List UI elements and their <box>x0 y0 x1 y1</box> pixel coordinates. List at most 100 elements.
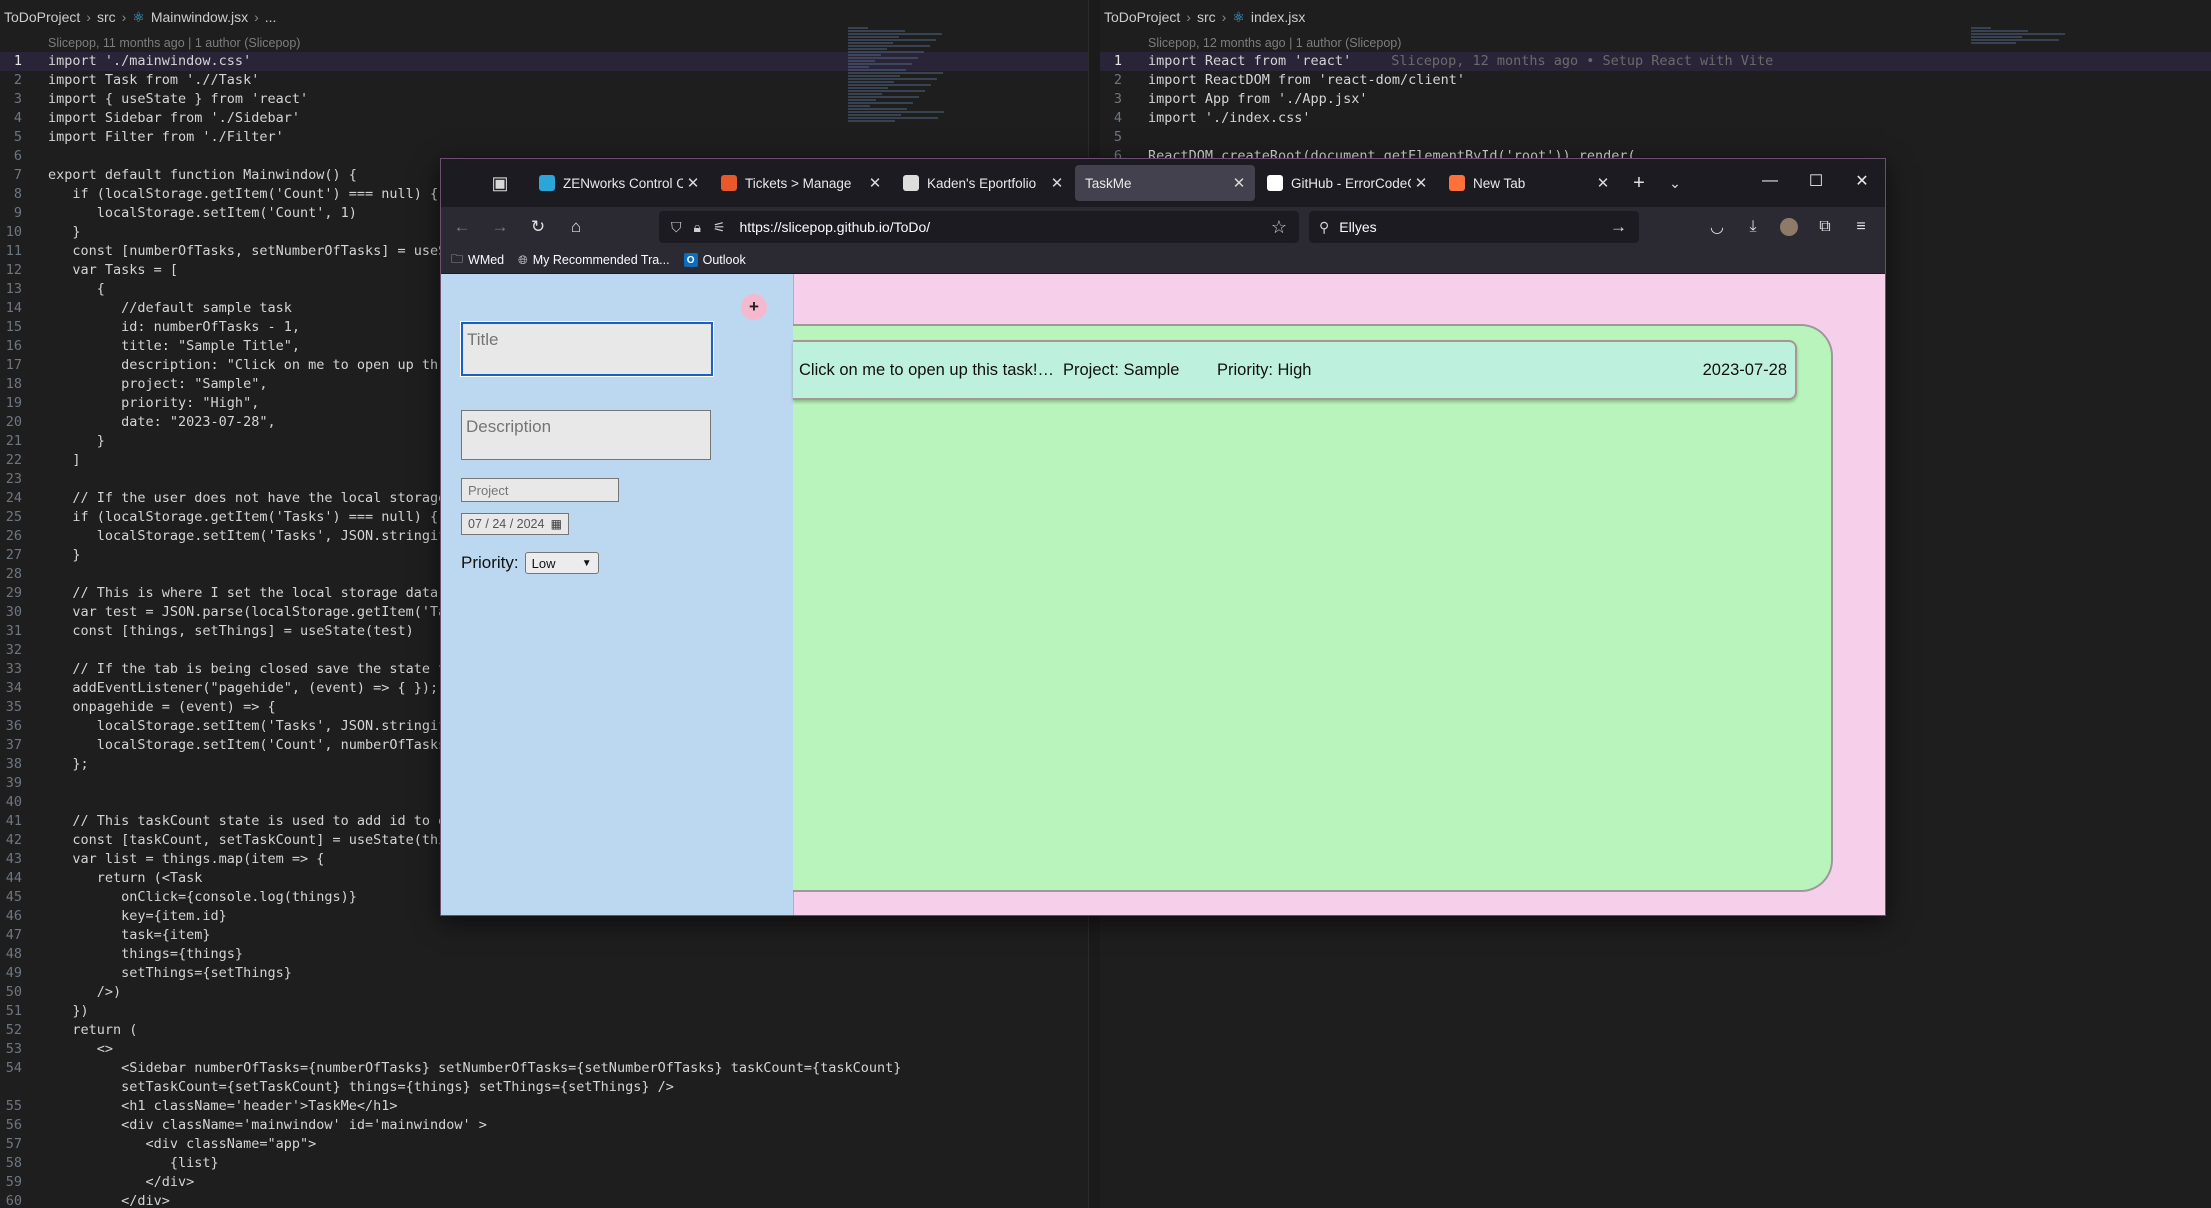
lock-icon[interactable]: 🔒︎ <box>694 219 701 236</box>
code-text[interactable]: task={item} <box>48 927 210 943</box>
code-text[interactable]: var list = things.map(item => { <box>48 851 324 867</box>
code-text[interactable]: />) <box>48 984 121 1000</box>
code-text[interactable]: priority: "High", <box>48 395 259 411</box>
code-text[interactable]: import { useState } from 'react' <box>48 91 308 107</box>
code-text[interactable]: ] <box>48 452 80 468</box>
code-text[interactable]: import App from './App.jsx' <box>1148 91 1367 107</box>
code-text[interactable]: //default sample task <box>48 300 292 316</box>
code-text[interactable]: const [things, setThings] = useState(tes… <box>48 623 413 639</box>
menu-icon[interactable]: ≡ <box>1843 210 1879 244</box>
code-text[interactable]: key={item.id} <box>48 908 227 924</box>
breadcrumb-item[interactable]: ToDoProject <box>1104 9 1180 25</box>
calendar-icon[interactable]: ▦ <box>551 517 562 531</box>
browser-tab[interactable]: Kaden's Eportfolio ✕ <box>893 165 1073 201</box>
code-text[interactable]: localStorage.setItem('Count', numberOfTa… <box>48 737 447 753</box>
code-text[interactable]: // If the user does not have the local s… <box>48 490 446 506</box>
code-text[interactable]: onClick={console.log(things)} <box>48 889 357 905</box>
search-bar[interactable]: ⚲ Ellyes → <box>1309 211 1639 243</box>
code-text[interactable]: import Filter from './Filter' <box>48 129 284 145</box>
list-all-tabs-button[interactable]: ⌄ <box>1657 165 1693 201</box>
home-icon[interactable]: ⌂ <box>559 210 593 244</box>
code-text[interactable]: setTaskCount={setTaskCount} things={thin… <box>48 1079 674 1095</box>
bookmark-recommended[interactable]: 🌐︎ My Recommended Tra... <box>518 253 669 268</box>
code-line[interactable]: 52 return ( <box>0 1021 1088 1040</box>
code-line[interactable]: 60 </div> <box>0 1192 1088 1208</box>
code-text[interactable]: { <box>48 281 105 297</box>
code-line[interactable]: 47 task={item} <box>0 926 1088 945</box>
close-tab-icon[interactable]: ✕ <box>1411 174 1431 192</box>
code-text[interactable]: <div className="app"> <box>48 1136 317 1152</box>
firefox-view-icon[interactable]: ▣ <box>483 166 517 200</box>
code-text[interactable]: return ( <box>48 1022 137 1038</box>
code-text[interactable]: if (localStorage.getItem('Count') === nu… <box>48 186 438 202</box>
bookmark-star-icon[interactable]: ☆ <box>1271 217 1287 238</box>
extensions-icon[interactable]: ⧉ <box>1807 210 1843 244</box>
breadcrumb-item[interactable]: ToDoProject <box>4 9 80 25</box>
maximize-icon[interactable]: ☐ <box>1793 159 1839 203</box>
description-field[interactable] <box>461 410 711 460</box>
priority-select[interactable]: Low ▼ <box>524 552 599 574</box>
code-line[interactable]: 50 />) <box>0 983 1088 1002</box>
code-text[interactable]: var test = JSON.parse(localStorage.getIt… <box>48 604 454 620</box>
close-tab-icon[interactable]: ✕ <box>1593 174 1613 192</box>
breadcrumb-item[interactable]: Mainwindow.jsx <box>151 9 248 25</box>
back-arrow-icon[interactable]: ← <box>445 210 479 244</box>
code-text[interactable]: import './mainwindow.css' <box>48 53 251 69</box>
code-line[interactable]: 53 <> <box>0 1040 1088 1059</box>
minimize-icon[interactable]: — <box>1747 159 1793 203</box>
code-text[interactable]: export default function Mainwindow() { <box>48 167 357 183</box>
code-text[interactable]: } <box>48 433 105 449</box>
add-task-button[interactable]: + <box>741 294 767 320</box>
minimap[interactable] <box>848 26 968 146</box>
code-text[interactable]: description: "Click on me to open up th <box>48 357 438 373</box>
date-field[interactable]: 07 / 24 / 2024 ▦ <box>461 513 569 535</box>
search-input[interactable]: Ellyes <box>1339 219 1610 235</box>
bookmark-outlook[interactable]: O Outlook <box>683 253 746 267</box>
code-line[interactable]: 56 <div className='mainwindow' id='mainw… <box>0 1116 1088 1135</box>
code-text[interactable]: onpagehide = (event) => { <box>48 699 275 715</box>
code-text[interactable]: // This is where I set the local storage… <box>48 585 454 601</box>
code-text[interactable]: const [numberOfTasks, setNumberOfTasks] … <box>48 243 454 259</box>
code-line[interactable]: 59 </div> <box>0 1173 1088 1192</box>
code-text[interactable]: import Sidebar from './Sidebar' <box>48 110 300 126</box>
code-text[interactable]: import Task from './/Task' <box>48 72 259 88</box>
new-tab-button[interactable]: + <box>1621 165 1657 201</box>
code-text[interactable]: const [taskCount, setTaskCount] = useSta… <box>48 832 454 848</box>
code-line[interactable]: 48 things={things} <box>0 945 1088 964</box>
code-line[interactable]: 57 <div className="app"> <box>0 1135 1088 1154</box>
browser-tab[interactable]: New Tab ✕ <box>1439 165 1619 201</box>
code-text[interactable]: import React from 'react' <box>1148 53 1351 69</box>
browser-tab[interactable]: Tickets > Manage ✕ <box>711 165 891 201</box>
code-text[interactable]: import './index.css' <box>1148 110 1311 126</box>
downloads-icon[interactable]: ⤓ <box>1735 210 1771 244</box>
close-tab-icon[interactable]: ✕ <box>1047 174 1067 192</box>
code-text[interactable]: <Sidebar numberOfTasks={numberOfTasks} s… <box>48 1060 901 1076</box>
breadcrumb-item[interactable]: ... <box>265 9 277 25</box>
code-line[interactable]: 51 }) <box>0 1002 1088 1021</box>
code-text[interactable]: id: numberOfTasks - 1, <box>48 319 300 335</box>
shield-icon[interactable]: ⛉ <box>671 219 682 236</box>
code-text[interactable]: } <box>48 224 80 240</box>
close-tab-icon[interactable]: ✕ <box>683 174 703 192</box>
code-text[interactable]: }) <box>48 1003 88 1019</box>
title-field[interactable] <box>460 321 714 377</box>
browser-tab[interactable]: GitHub - ErrorCodeGam✕ <box>1257 165 1437 201</box>
code-text[interactable]: {list} <box>48 1155 219 1171</box>
url-text[interactable]: https://slicepop.github.io/ToDo/ <box>740 219 1271 235</box>
browser-tab[interactable]: TaskMe ✕ <box>1075 165 1255 201</box>
code-text[interactable]: } <box>48 547 80 563</box>
code-text[interactable]: </div> <box>48 1174 195 1190</box>
code-text[interactable]: title: "Sample Title", <box>48 338 300 354</box>
code-text[interactable]: addEventListener("pagehide", (event) => … <box>48 680 438 696</box>
code-line[interactable]: 54 <Sidebar numberOfTasks={numberOfTasks… <box>0 1059 1088 1078</box>
go-arrow-icon[interactable]: → <box>1610 217 1627 237</box>
code-text[interactable]: </div> <box>48 1193 170 1208</box>
code-text[interactable]: things={things} <box>48 946 243 962</box>
pocket-icon[interactable]: ◡ <box>1699 210 1735 244</box>
code-text[interactable]: <h1 className='header'>TaskMe</h1> <box>48 1098 397 1114</box>
code-text[interactable]: localStorage.setItem('Tasks', JSON.strin… <box>48 528 447 544</box>
breadcrumb-item[interactable]: src <box>97 9 116 25</box>
code-text[interactable]: setThings={setThings} <box>48 965 292 981</box>
code-text[interactable]: <> <box>48 1041 113 1057</box>
code-text[interactable]: <div className='mainwindow' id='mainwind… <box>48 1117 487 1133</box>
